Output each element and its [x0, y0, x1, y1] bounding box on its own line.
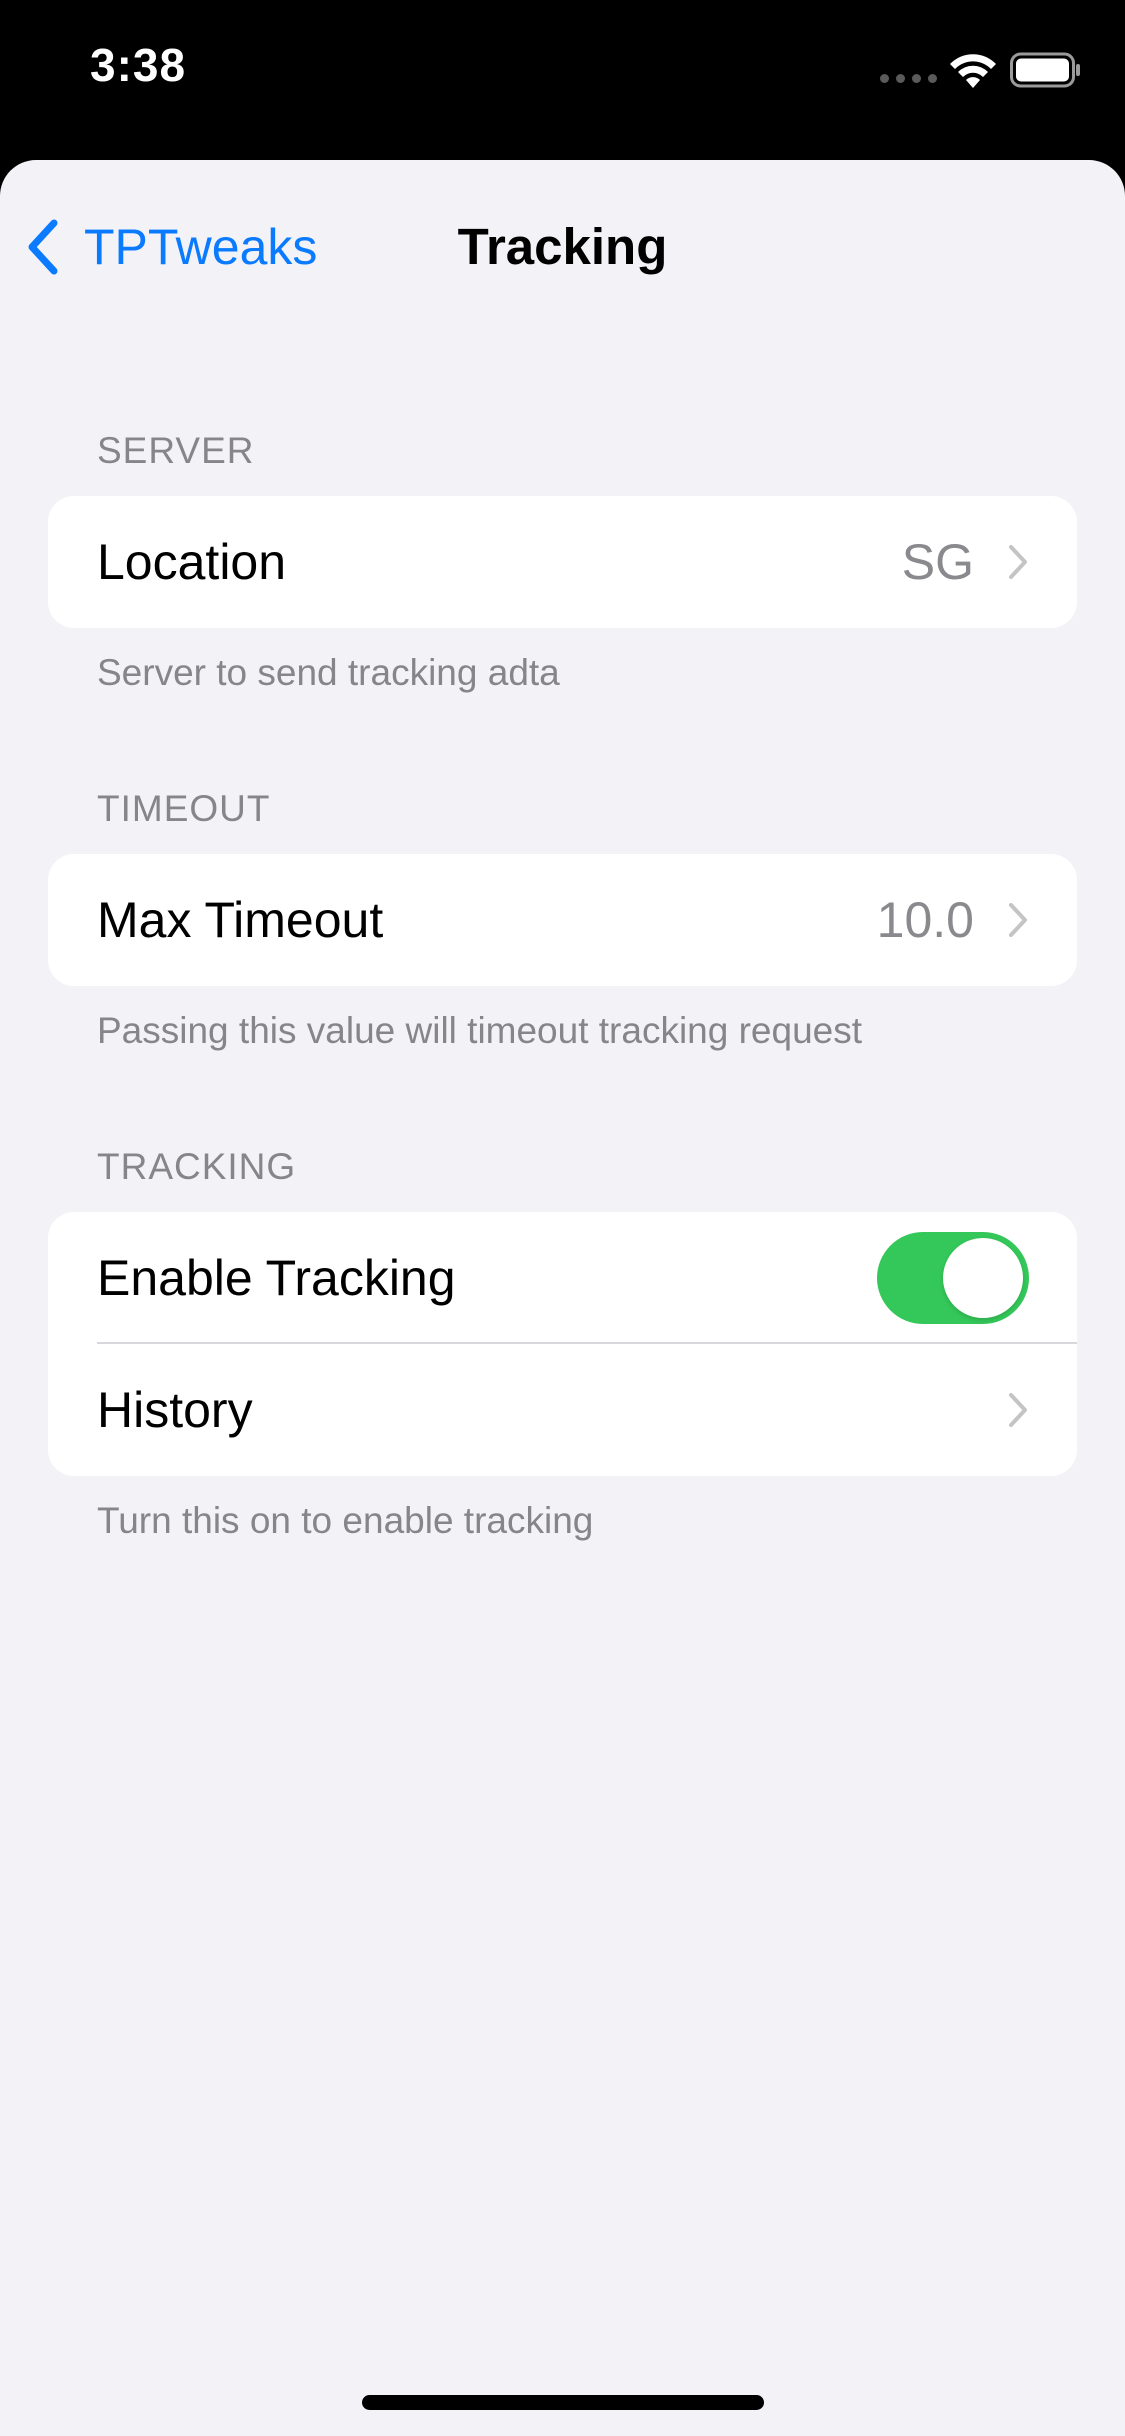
max-timeout-row[interactable]: Max Timeout 10.0: [48, 854, 1077, 986]
chevron-right-icon: [1009, 903, 1027, 937]
location-row[interactable]: Location SG: [48, 496, 1077, 628]
location-value: SG: [901, 534, 974, 590]
enable-tracking-row: Enable Tracking: [48, 1212, 1077, 1344]
max-timeout-label: Max Timeout: [97, 892, 384, 948]
group-timeout: Max Timeout 10.0: [48, 854, 1077, 986]
chevron-left-icon: [28, 219, 58, 275]
max-timeout-value: 10.0: [876, 892, 974, 948]
status-time: 3:38: [90, 39, 187, 91]
status-bar: 3:38: [0, 0, 1125, 160]
screen: 3:38 Tracking TPTweaks SERVER Location S…: [0, 0, 1125, 2436]
chevron-right-icon: [1009, 545, 1027, 579]
chevron-right-icon: [1009, 1393, 1027, 1427]
toggle-knob: [943, 1238, 1023, 1318]
group-tracking: Enable Tracking History: [48, 1212, 1077, 1476]
signal-icon: [880, 74, 937, 83]
section-footer-timeout: Passing this value will timeout tracking…: [97, 1010, 863, 1051]
enable-tracking-label: Enable Tracking: [97, 1250, 456, 1306]
section-footer-tracking: Turn this on to enable tracking: [97, 1500, 594, 1541]
back-button-label: TPTweaks: [84, 219, 318, 275]
history-label: History: [97, 1382, 253, 1438]
section-header-tracking: TRACKING: [97, 1146, 297, 1187]
section-header-server: SERVER: [97, 430, 255, 471]
section-header-timeout: TIMEOUT: [97, 788, 271, 829]
group-server: Location SG: [48, 496, 1077, 628]
battery-icon: [1010, 52, 1080, 88]
history-row[interactable]: History: [48, 1344, 1077, 1476]
back-button[interactable]: TPTweaks: [24, 212, 317, 282]
enable-tracking-toggle[interactable]: [877, 1232, 1029, 1324]
home-indicator[interactable]: [362, 2395, 764, 2410]
section-footer-server: Server to send tracking adta: [97, 652, 560, 693]
wifi-icon: [950, 54, 996, 88]
location-label: Location: [97, 534, 287, 590]
settings-sheet: Tracking TPTweaks SERVER Location SG Ser…: [0, 160, 1125, 2436]
